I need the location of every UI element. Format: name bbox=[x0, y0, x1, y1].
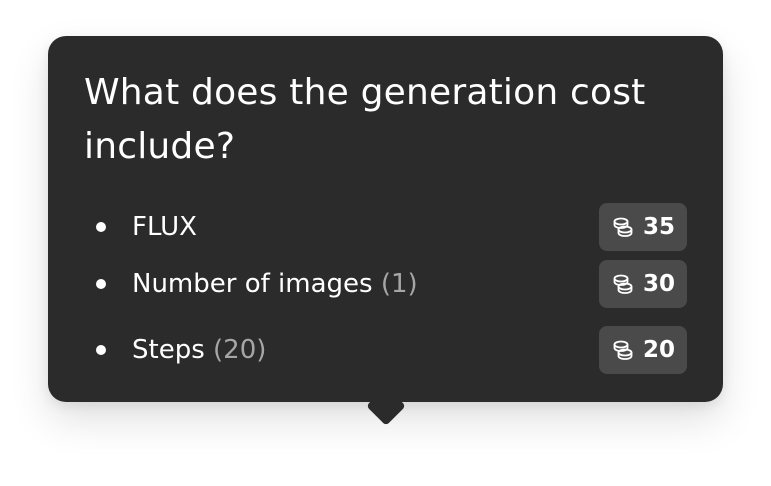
cost-badge: 30 bbox=[598, 260, 687, 308]
cost-row-label: FLUX bbox=[132, 212, 197, 242]
cost-row-flux: FLUX 35 bbox=[84, 203, 687, 251]
bullet-icon bbox=[96, 279, 106, 289]
cost-value: 20 bbox=[642, 337, 675, 363]
cost-row-steps: Steps (20) 20 bbox=[84, 326, 687, 374]
cost-value: 35 bbox=[642, 214, 675, 240]
tooltip-title: What does the generation cost include? bbox=[84, 72, 646, 167]
bullet-icon bbox=[96, 222, 106, 232]
coins-icon bbox=[613, 340, 633, 360]
cost-tooltip: What does the generation cost include? F… bbox=[48, 36, 723, 402]
cost-badge: 20 bbox=[598, 326, 687, 374]
cost-row-images: Number of images (1) 30 bbox=[84, 260, 687, 308]
coins-icon bbox=[613, 274, 633, 294]
bullet-icon bbox=[96, 345, 106, 355]
cost-value: 30 bbox=[642, 271, 675, 297]
coins-icon bbox=[613, 217, 633, 237]
cost-row-label: Number of images (1) bbox=[132, 269, 418, 299]
cost-row-label: Steps (20) bbox=[132, 335, 267, 365]
cost-badge: 35 bbox=[598, 203, 687, 251]
